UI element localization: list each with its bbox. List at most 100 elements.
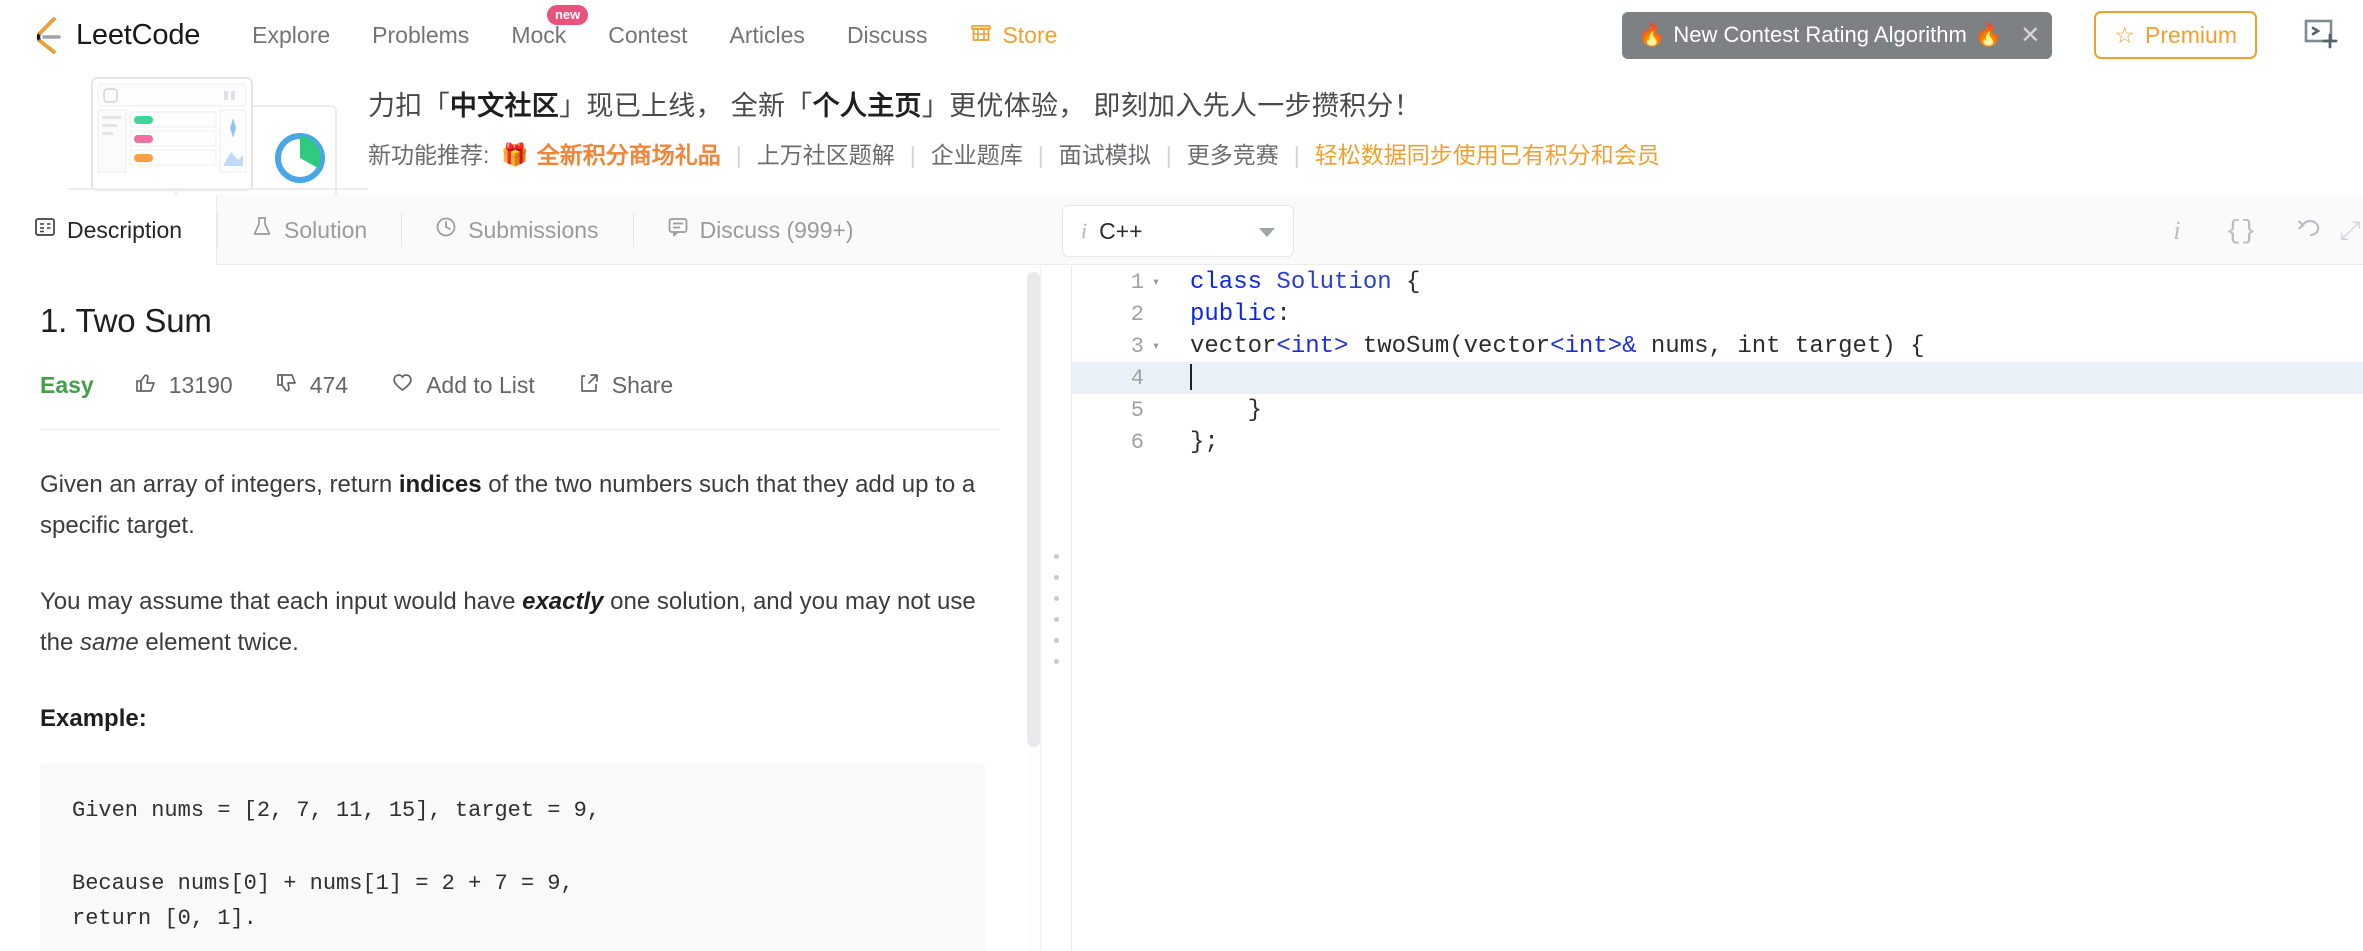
- nav-link-problems[interactable]: Problems: [372, 22, 469, 49]
- p2-italic: same: [80, 628, 139, 656]
- fold-toggle-icon[interactable]: ▾: [1150, 338, 1162, 355]
- drag-dot: [1053, 553, 1059, 559]
- drag-dot: [1053, 637, 1059, 643]
- share-button[interactable]: Share: [577, 371, 673, 401]
- nav-link-store[interactable]: Store: [969, 20, 1057, 50]
- leetcode-logo-icon: [32, 16, 66, 54]
- p2-pre: You may assume that each input would hav…: [40, 587, 523, 615]
- like-button[interactable]: 13190: [134, 371, 233, 401]
- nav-links: Explore Problems Mock new Contest Articl…: [252, 4, 1099, 50]
- tab-discuss-label: Discuss (999+): [699, 216, 854, 243]
- code-line[interactable]: 2 public:: [1072, 298, 2363, 330]
- promo-link-company-bank[interactable]: 企业题库: [931, 139, 1023, 171]
- promo-link-data-sync[interactable]: 轻松数据同步使用已有积分和会员: [1315, 139, 1660, 171]
- braces-icon-glyph: {}: [2225, 216, 2257, 246]
- drag-dot: [1053, 616, 1059, 622]
- tab-description[interactable]: Description: [0, 195, 218, 266]
- reset-undo-icon[interactable]: [2273, 205, 2337, 257]
- fire-icon-right: 🔥: [1974, 22, 2003, 47]
- navbar-right-group: 🔥 New Contest Rating Algorithm 🔥 ✕ ☆ Pre…: [1621, 0, 2341, 70]
- drag-dot: [1053, 658, 1059, 664]
- example-line-4: return [0, 1].: [72, 906, 257, 932]
- promo-line1-bold-profile: 个人主页: [812, 91, 922, 121]
- p1-bold: indices: [398, 471, 482, 498]
- add-to-list-label: Add to List: [426, 372, 535, 398]
- promo-line1-bold-community: 中文社区: [449, 91, 560, 121]
- example-line-3: Because nums[0] + nums[1] = 2 + 7 = 9,: [72, 871, 574, 897]
- promo-feature-row: 新功能推荐: 🎁 全新积分商场礼品 | 上万社区题解 | 企业题库 | 面试模拟…: [368, 139, 1660, 171]
- nav-link-articles[interactable]: Articles: [730, 22, 805, 49]
- brand-logo-link[interactable]: LeetCode: [32, 16, 200, 54]
- line-number: 5: [1130, 397, 1144, 423]
- tab-submissions[interactable]: Submissions: [401, 195, 632, 265]
- contest-rating-banner[interactable]: 🔥 New Contest Rating Algorithm 🔥 ✕: [1621, 11, 2053, 59]
- description-scrollbar-thumb[interactable]: [1027, 272, 1040, 747]
- info-icon: i: [1081, 218, 1088, 243]
- promo-headline: 力扣「中文社区」现已上线， 全新「个人主页」更优体验， 即刻加入先人一步攒积分！: [368, 88, 1660, 124]
- dislike-count: 474: [309, 372, 349, 398]
- fold-toggle-icon[interactable]: ▾: [1150, 274, 1162, 291]
- promo-link-mock-interview[interactable]: 面试模拟: [1059, 139, 1151, 171]
- info-icon[interactable]: i: [2145, 205, 2209, 257]
- page-title: 1. Two Sum: [40, 302, 212, 339]
- tab-discuss[interactable]: Discuss (999+): [632, 195, 888, 265]
- nav-link-mock[interactable]: Mock new: [511, 4, 589, 49]
- top-navbar: LeetCode Explore Problems Mock new Conte…: [0, 0, 2363, 70]
- braces-format-icon[interactable]: {}: [2209, 205, 2273, 257]
- code-line[interactable]: 3 ▾ vector<int> twoSum(vector<int>& nums…: [1072, 330, 2363, 362]
- nav-link-contest[interactable]: Contest: [608, 22, 687, 49]
- premium-button[interactable]: ☆ Premium: [2094, 11, 2257, 59]
- line-number: 6: [1130, 429, 1144, 455]
- premium-label: Premium: [2144, 21, 2237, 48]
- brand-name: LeetCode: [76, 18, 201, 51]
- panel-resize-handle[interactable]: [1040, 266, 1072, 951]
- code-line-active[interactable]: 4: [1072, 362, 2363, 394]
- promo-link-more-contests[interactable]: 更多竞赛: [1187, 139, 1279, 171]
- chevron-down-icon: [1259, 228, 1275, 237]
- nav-link-mock-label: Mock: [511, 21, 567, 48]
- promo-line1-pre: 力扣「: [368, 91, 450, 121]
- nav-link-store-label: Store: [1002, 21, 1058, 48]
- add-to-list-button[interactable]: Add to List: [390, 370, 535, 401]
- editor-toolbar: i {} ⤢: [2145, 205, 2363, 257]
- line-number: 1: [1130, 269, 1144, 295]
- example-heading: Example:: [40, 705, 147, 733]
- problem-description: Given an array of integers, return indic…: [40, 464, 985, 951]
- language-value: C++: [1099, 217, 1143, 244]
- tab-solution[interactable]: Solution: [217, 195, 401, 265]
- playground-new-icon[interactable]: [2303, 16, 2341, 54]
- code-editor[interactable]: 1 ▾ class Solution { 2 public: 3 ▾ vecto…: [1072, 266, 2363, 951]
- description-panel: 1. Two Sum Easy 13190 474 Add to List Sh…: [0, 266, 1040, 951]
- language-selector[interactable]: i C++: [1062, 205, 1294, 257]
- code-text: }: [1190, 396, 1263, 424]
- promo-link-points-store[interactable]: 全新积分商场礼品: [537, 139, 721, 171]
- code-text: };: [1190, 428, 1219, 456]
- promo-separator-2: |: [909, 142, 916, 168]
- code-text: class Solution {: [1190, 268, 1421, 296]
- clock-icon: [435, 216, 457, 244]
- code-text: public:: [1190, 300, 1291, 328]
- p2-post: element twice.: [138, 628, 299, 656]
- description-icon: [34, 216, 56, 244]
- tab-solution-label: Solution: [284, 216, 368, 243]
- nav-link-discuss[interactable]: Discuss: [847, 22, 928, 49]
- promo-text-block: 力扣「中文社区」现已上线， 全新「个人主页」更优体验， 即刻加入先人一步攒积分！…: [368, 88, 1660, 171]
- promo-line1-post: 」更优体验， 即刻加入先人一步攒积分！: [921, 91, 1422, 121]
- promo-link-solutions[interactable]: 上万社区题解: [757, 139, 895, 171]
- dislike-button[interactable]: 474: [275, 371, 348, 401]
- nav-link-explore[interactable]: Explore: [252, 22, 330, 49]
- code-line[interactable]: 1 ▾ class Solution {: [1072, 266, 2363, 298]
- fullscreen-icon[interactable]: ⤢: [2337, 205, 2363, 257]
- info-icon-glyph: i: [2173, 216, 2181, 245]
- line-gutter: 3 ▾: [1072, 334, 1170, 359]
- like-count: 13190: [168, 372, 233, 398]
- promo-separator-1: |: [735, 142, 742, 168]
- code-line[interactable]: 5 }: [1072, 394, 2363, 426]
- code-line[interactable]: 6 };: [1072, 426, 2363, 458]
- promo-separator-3: |: [1037, 142, 1044, 168]
- thumbs-up-icon: [134, 371, 158, 401]
- close-icon[interactable]: ✕: [2020, 21, 2040, 50]
- share-icon: [577, 371, 601, 401]
- promo-feature-label: 新功能推荐:: [368, 142, 490, 168]
- promo-line1-mid: 」现已上线， 全新「: [559, 91, 813, 121]
